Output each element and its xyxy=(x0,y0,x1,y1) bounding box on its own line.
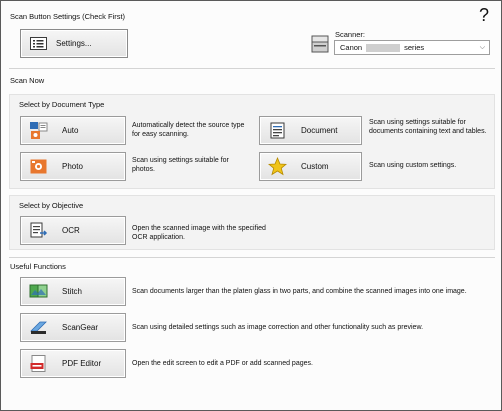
custom-button[interactable]: Custom xyxy=(259,152,362,181)
scanner-model-redacted xyxy=(366,43,401,52)
auto-scan-icon xyxy=(29,121,48,140)
stitch-description: Scan documents larger than the platen gl… xyxy=(132,288,467,295)
auto-button-label: Auto xyxy=(62,126,79,135)
divider xyxy=(9,68,495,69)
star-icon xyxy=(268,157,287,176)
photo-icon xyxy=(29,157,48,176)
scanner-label: Scanner: xyxy=(335,30,366,39)
scanner-selected-prefix: Canon xyxy=(340,43,363,52)
scanner-selected-suffix: series xyxy=(404,43,425,52)
settings-button-label: Settings... xyxy=(56,39,92,48)
pdf-icon xyxy=(29,354,48,373)
pdf-editor-description: Open the edit screen to edit a PDF or ad… xyxy=(132,360,313,367)
auto-button[interactable]: Auto xyxy=(20,116,126,145)
settings-button[interactable]: Settings... xyxy=(20,29,128,58)
photo-description: Scan using settings suitable for photos. xyxy=(132,157,229,173)
scanner-select[interactable]: Canon series ⌵ xyxy=(334,40,490,55)
photo-button[interactable]: Photo xyxy=(20,152,126,181)
ocr-description: Open the scanned image with the specifie… xyxy=(132,225,266,241)
useful-functions-heading: Useful Functions xyxy=(10,262,66,271)
document-button-label: Document xyxy=(301,126,338,135)
settings-list-icon xyxy=(29,34,48,53)
auto-description: Automatically detect the source type for… xyxy=(132,122,245,138)
scan-button-settings-heading: Scan Button Settings (Check First) xyxy=(10,12,126,21)
stitch-icon xyxy=(29,282,48,301)
divider xyxy=(9,257,495,258)
scangear-button-label: ScanGear xyxy=(62,323,99,332)
help-button[interactable]: ? xyxy=(475,4,493,26)
objective-heading: Select by Objective xyxy=(19,201,84,210)
custom-button-label: Custom xyxy=(301,162,329,171)
scan-now-heading: Scan Now xyxy=(10,76,45,85)
ocr-button-label: OCR xyxy=(62,226,80,235)
chevron-down-icon: ⌵ xyxy=(479,44,485,51)
scangear-icon xyxy=(29,318,48,337)
custom-description: Scan using custom settings. xyxy=(369,162,457,169)
ocr-button[interactable]: OCR xyxy=(20,216,126,245)
scanner-device-icon xyxy=(311,34,329,54)
stitch-button[interactable]: Stitch xyxy=(20,277,126,306)
document-description: Scan using settings suitable for documen… xyxy=(369,119,487,135)
stitch-button-label: Stitch xyxy=(62,287,83,296)
document-button[interactable]: Document xyxy=(259,116,362,145)
scangear-description: Scan using detailed settings such as ima… xyxy=(132,324,424,331)
pdf-editor-button[interactable]: PDF Editor xyxy=(20,349,126,378)
ocr-icon xyxy=(29,221,48,240)
pdf-editor-button-label: PDF Editor xyxy=(62,359,102,368)
document-icon xyxy=(268,121,287,140)
photo-button-label: Photo xyxy=(62,162,83,171)
scan-settings-window: Scan Button Settings (Check First) ? Set… xyxy=(0,0,502,411)
scangear-button[interactable]: ScanGear xyxy=(20,313,126,342)
document-type-heading: Select by Document Type xyxy=(19,100,105,109)
